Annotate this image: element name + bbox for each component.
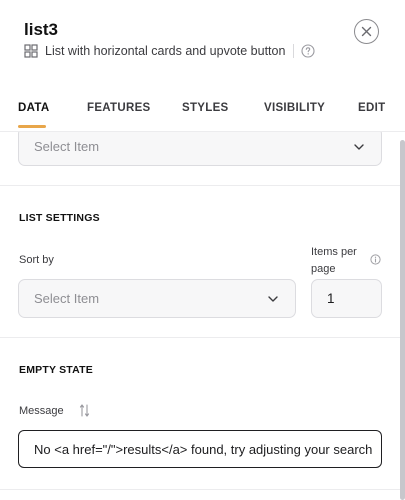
items-per-page-input[interactable]: 1 [311, 279, 382, 318]
tab-visibility[interactable]: VISIBILITY [264, 102, 325, 114]
items-per-page-value: 1 [327, 291, 335, 306]
empty-state-title: EMPTY STATE [19, 364, 93, 376]
tab-features[interactable]: FEATURES [87, 102, 151, 114]
sort-by-label: Sort by [19, 254, 54, 266]
panel-header: list3 List with horizontal cards and upv… [0, 0, 405, 92]
list-settings-title: LIST SETTINGS [19, 212, 100, 224]
chevron-down-icon [354, 144, 364, 150]
section-divider [0, 337, 405, 338]
grid-icon [24, 44, 38, 58]
section-divider [0, 185, 405, 186]
dynamic-value-icon[interactable] [79, 404, 90, 417]
subtitle-separator [293, 44, 295, 58]
items-per-page-label: Items per page [311, 246, 357, 275]
data-source-select[interactable]: Select Item [18, 132, 382, 166]
component-description: List with horizontal cards and upvote bu… [45, 44, 286, 58]
close-icon [361, 26, 372, 37]
sort-by-placeholder: Select Item [34, 291, 100, 306]
tab-bar: DATA FEATURES STYLES VISIBILITY EDIT [0, 96, 405, 132]
help-circle-icon[interactable] [301, 44, 315, 58]
panel-scrollbar[interactable] [400, 140, 405, 500]
tab-data[interactable]: DATA [18, 102, 49, 114]
empty-state-message-input[interactable]: No <a href="/">results</a> found, try ad… [18, 430, 382, 468]
message-label: Message [19, 405, 64, 417]
panel-content: Select Item LIST SETTINGS Sort by Select… [0, 132, 405, 500]
tab-styles[interactable]: STYLES [182, 102, 229, 114]
panel-subtitle: List with horizontal cards and upvote bu… [24, 44, 315, 58]
section-divider [0, 489, 405, 490]
panel-title: list3 [24, 20, 59, 39]
empty-state-message-value: No <a href="/">results</a> found, try ad… [34, 441, 373, 457]
info-icon[interactable] [370, 254, 381, 265]
close-button[interactable] [354, 19, 379, 44]
sort-by-select[interactable]: Select Item [18, 279, 296, 318]
data-source-placeholder: Select Item [34, 139, 100, 154]
tab-edit[interactable]: EDIT [358, 102, 385, 114]
chevron-down-icon [268, 296, 278, 302]
active-tab-indicator [18, 125, 46, 128]
